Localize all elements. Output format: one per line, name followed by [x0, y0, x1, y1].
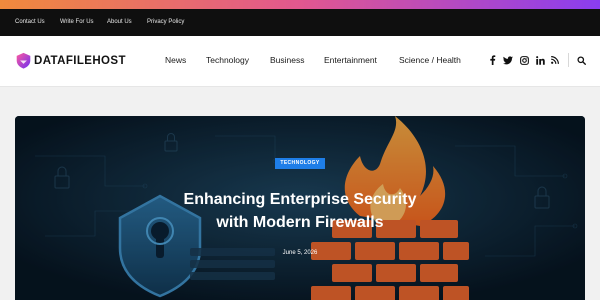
article-date: June 5, 2026 — [282, 250, 318, 256]
article-title-line-2: with Modern Firewalls — [216, 214, 384, 231]
twitter-icon[interactable] — [502, 53, 514, 67]
article-title[interactable]: Enhancing Enterprise Security with Moder… — [150, 188, 450, 234]
topbar-link-write-for-us[interactable]: Write For Us — [60, 18, 94, 27]
logo-shield-icon — [16, 52, 31, 69]
featured-article-hero[interactable]: TECHNOLOGY Enhancing Enterprise Security… — [15, 116, 585, 300]
facebook-icon[interactable] — [486, 53, 498, 67]
rss-icon[interactable] — [549, 53, 561, 67]
search-icon[interactable] — [575, 53, 587, 67]
nav-item-business[interactable]: Business — [270, 55, 305, 66]
topbar-link-privacy[interactable]: Privacy Policy — [147, 18, 184, 27]
nav-item-science-health[interactable]: Science / Health — [399, 55, 461, 66]
linkedin-icon[interactable] — [534, 53, 546, 67]
nav-item-news[interactable]: News — [165, 55, 186, 66]
site-header: DATAFILEHOST News Technology Business En… — [0, 36, 600, 87]
logo-text: DATAFILEHOST — [34, 55, 126, 67]
nav-item-technology[interactable]: Technology — [206, 55, 249, 66]
topbar-link-contact[interactable]: Contact Us — [15, 18, 45, 27]
article-title-line-1: Enhancing Enterprise Security — [183, 191, 417, 208]
top-bar: Contact Us Write For Us About Us Privacy… — [0, 9, 600, 36]
top-gradient-bar — [0, 0, 600, 9]
header-divider — [568, 53, 569, 67]
instagram-icon[interactable] — [518, 53, 530, 67]
category-badge[interactable]: TECHNOLOGY — [275, 158, 325, 169]
topbar-link-about[interactable]: About Us — [107, 18, 132, 27]
nav-item-entertainment[interactable]: Entertainment — [324, 55, 377, 66]
